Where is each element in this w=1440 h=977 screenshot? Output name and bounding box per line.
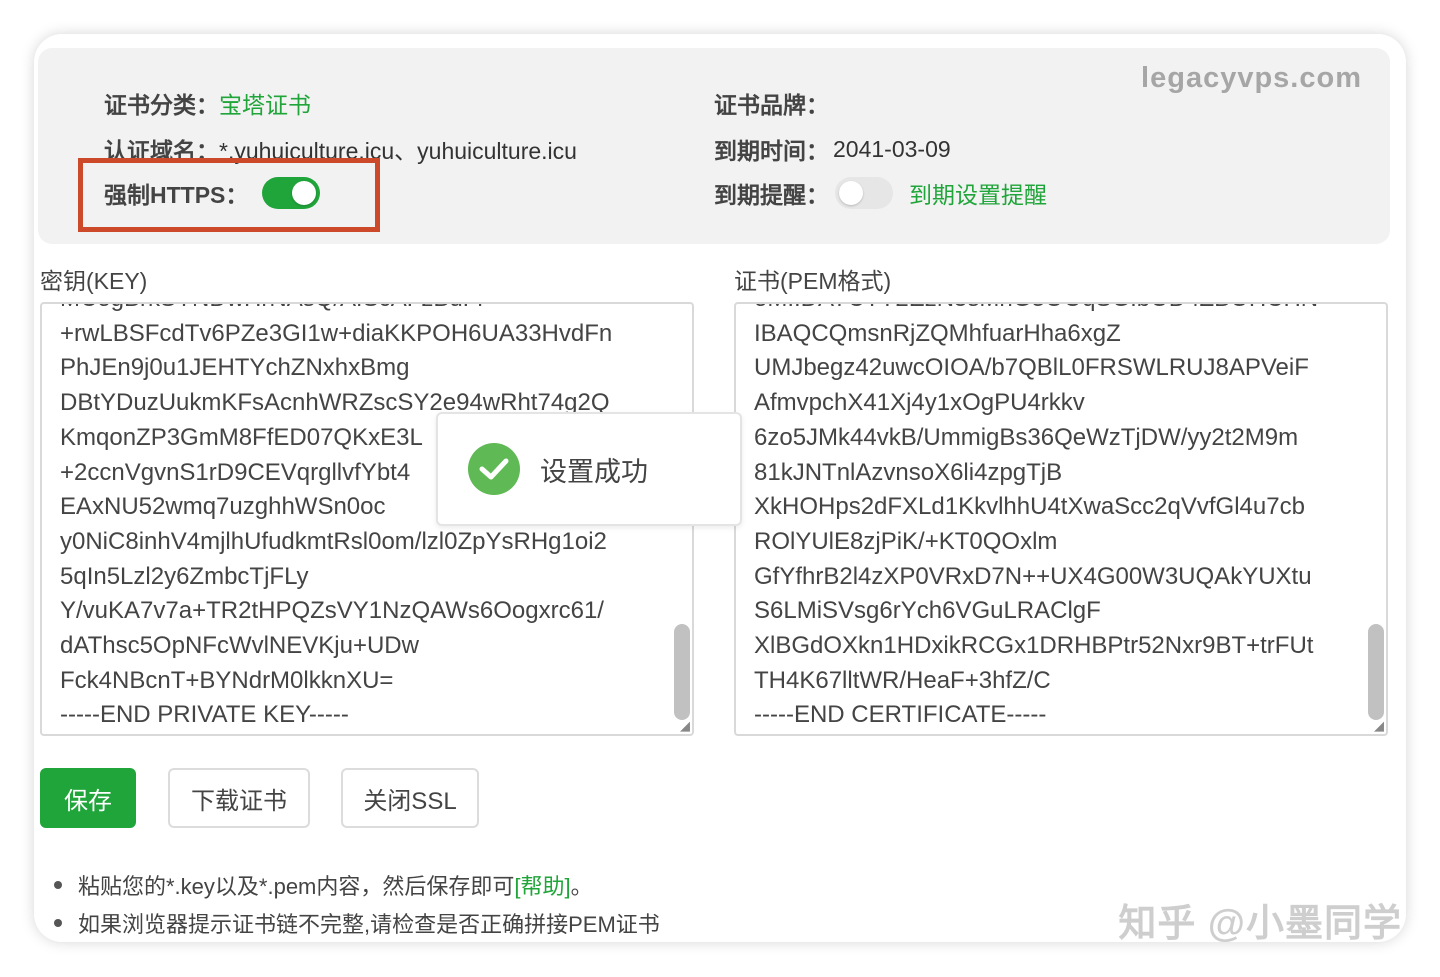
help-link[interactable]: [帮助] [514,869,570,901]
save-button[interactable]: 保存 [40,768,136,828]
site-watermark: legacyvps.com [1141,62,1362,94]
cert-category-row: 证书分类： 宝塔证书 [104,86,311,120]
toast-message: 设置成功 [540,456,648,487]
close-ssl-button[interactable]: 关闭SSL [341,768,479,828]
bullet-icon [54,919,62,927]
check-circle-icon [468,443,520,495]
certificate-textarea[interactable]: oMIIDA7CTY2EzN5sMhG3OOqSGIbOD4ZBOHCHN IB… [734,302,1388,736]
resize-grip-icon[interactable]: ◢ [1374,718,1384,734]
key-scrollbar[interactable] [674,624,690,720]
tip-item: 粘贴您的*.key以及*.pem内容，然后保存即可 [帮助] 。 [54,866,660,904]
expiry-value: 2041-03-09 [833,135,951,162]
highlight-annotation [78,158,380,232]
key-field-title: 密钥(KEY) [40,268,148,294]
cert-field-title: 证书(PEM格式) [734,268,892,294]
cert-scrollbar[interactable] [1368,624,1384,720]
bullet-icon [54,881,62,889]
cert-category-label: 证书分类： [104,92,219,118]
brand-row: 证书品牌： [714,86,829,120]
resize-grip-icon[interactable]: ◢ [680,718,690,734]
expiry-row: 到期时间： 2041-03-09 [714,132,951,166]
reminder-toggle[interactable] [835,177,893,209]
cert-text: oMIIDA7CTY2EzN5sMhG3OOqSGIbOD4ZBOHCHN IB… [754,304,1318,729]
tip-item: 如果浏览器提示证书链不完整,请检查是否正确拼接PEM证书 [54,904,660,942]
ssl-settings-card: legacyvps.com 证书分类： 宝塔证书 认证域名： *.yuhuicu… [34,34,1406,942]
download-cert-button[interactable]: 下载证书 [168,768,310,828]
reminder-settings-link[interactable]: 到期设置提醒 [909,176,1047,210]
expiry-label: 到期时间： [714,138,829,164]
zhihu-watermark: 知乎 @小墨同学 [1118,903,1402,942]
cert-category-value: 宝塔证书 [219,92,311,118]
reminder-label: 到期提醒： [714,182,829,208]
reminder-row: 到期提醒： 到期设置提醒 [714,176,1047,210]
brand-label: 证书品牌： [714,92,829,118]
success-toast: 设置成功 [436,412,742,526]
help-tips: 粘贴您的*.key以及*.pem内容，然后保存即可 [帮助] 。 如果浏览器提示… [54,866,660,942]
